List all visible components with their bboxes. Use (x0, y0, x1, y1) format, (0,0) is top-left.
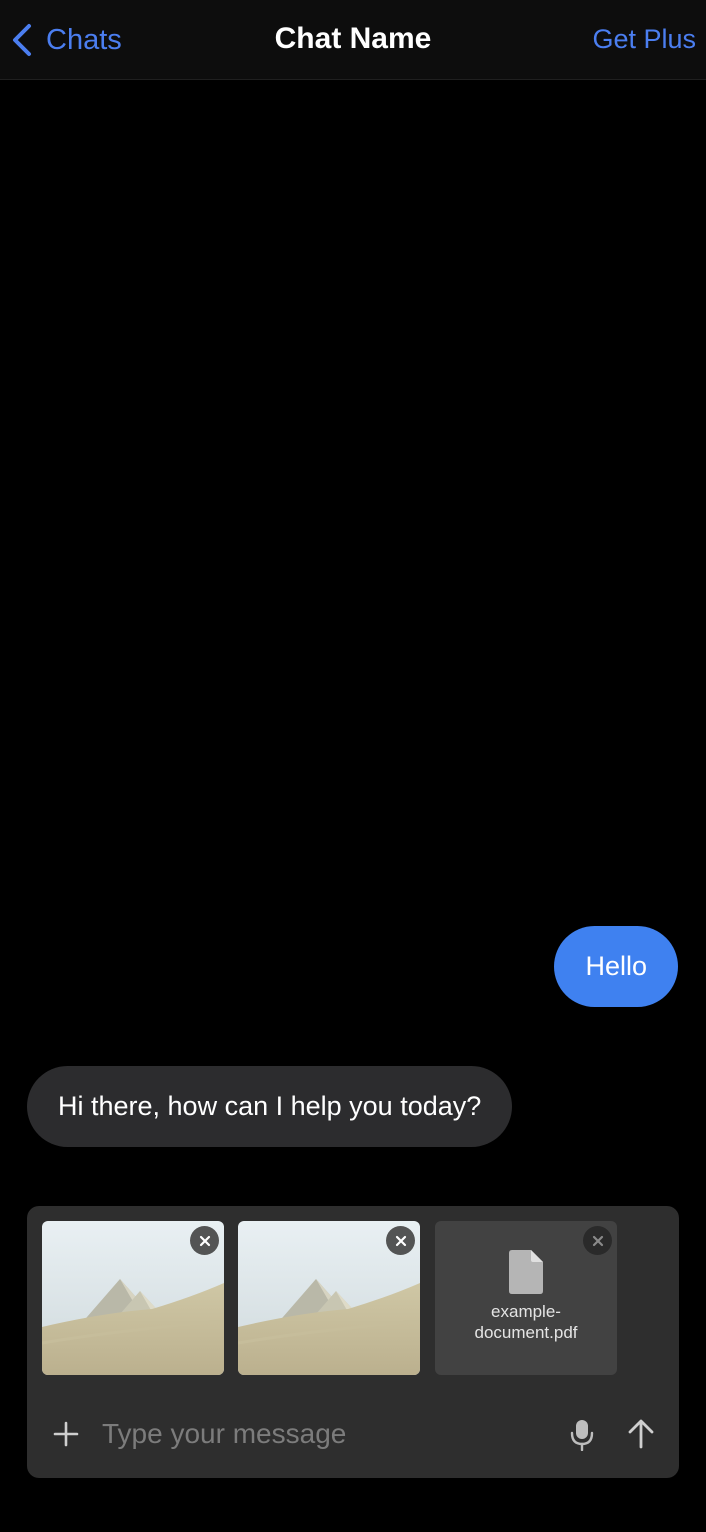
back-button[interactable]: Chats (10, 18, 122, 62)
mic-icon[interactable] (570, 1419, 594, 1451)
message-input[interactable] (102, 1416, 542, 1452)
close-icon (395, 1235, 406, 1246)
message-input-row (27, 1402, 679, 1472)
remove-attachment-button[interactable] (386, 1226, 415, 1255)
get-plus-button[interactable]: Get Plus (592, 24, 696, 55)
image-attachment[interactable] (42, 1221, 224, 1375)
file-name: example- document.pdf (443, 1301, 609, 1343)
file-name-line-1: example- (491, 1302, 561, 1321)
chevron-left-icon (13, 24, 31, 56)
user-message-bubble: Hello (554, 926, 678, 1007)
nav-bar: Chats Chat Name Get Plus (0, 0, 706, 80)
back-label: Chats (46, 23, 122, 56)
assistant-message-bubble: Hi there, how can I help you today? (27, 1066, 513, 1147)
arrow-up-icon[interactable] (627, 1419, 655, 1449)
plus-icon[interactable] (52, 1420, 80, 1448)
composer: example- document.pdf (27, 1206, 679, 1478)
file-attachment[interactable]: example- document.pdf (435, 1221, 617, 1375)
image-attachment[interactable] (238, 1221, 420, 1375)
close-icon (592, 1235, 603, 1246)
close-icon (199, 1235, 210, 1246)
file-name-line-2: document.pdf (474, 1323, 578, 1342)
remove-attachment-button[interactable] (583, 1226, 612, 1255)
document-icon (509, 1250, 543, 1294)
remove-attachment-button[interactable] (190, 1226, 219, 1255)
